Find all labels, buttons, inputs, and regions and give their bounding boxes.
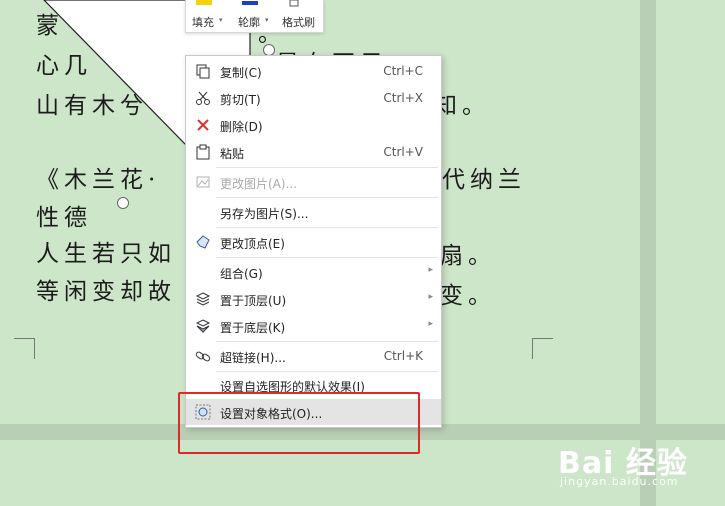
menu-item-shortcut: Ctrl+V (383, 145, 423, 159)
doc-line-7-tail: 变。 (440, 283, 496, 309)
menu-item-group[interactable]: 组合(G) ▸ (186, 259, 441, 285)
menu-item-copy[interactable]: 复制(C) Ctrl+C (186, 58, 441, 84)
context-menu: 复制(C) Ctrl+C 剪切(T) Ctrl+X 删除(D) 粘贴 Ctrl+… (185, 55, 442, 428)
watermark-url: jingyan.baidu.com (560, 475, 679, 488)
delete-icon (197, 119, 209, 131)
fill-label: 填充 (192, 16, 214, 29)
menu-separator (216, 197, 438, 198)
menu-separator (216, 257, 438, 258)
change-image-icon (196, 176, 210, 188)
menu-item-delete[interactable]: 删除(D) (186, 112, 441, 138)
menu-item-label: 另存为图片(S)... (220, 207, 309, 221)
doc-line-3-tail: 知。 (434, 93, 490, 119)
doc-line-7: 等闲变却故 (36, 279, 176, 305)
format-painter-icon (289, 0, 299, 7)
floating-mini-toolbar: 填充 ▾ 轮廓 ▾ 格式刷 (185, 0, 324, 33)
paste-icon (196, 144, 210, 160)
submenu-arrow-icon: ▸ (428, 319, 433, 329)
hyperlink-icon (195, 351, 211, 362)
format-painter-button[interactable]: 格式刷 (276, 0, 323, 32)
doc-line-5: 性德 (36, 205, 92, 231)
outline-button[interactable]: 轮廓 ▾ (232, 0, 276, 32)
submenu-arrow-icon: ▸ (428, 292, 433, 302)
doc-line-6-tail: 扇。 (440, 243, 496, 269)
edit-points-icon (196, 235, 210, 249)
doc-line-2: 心几 (36, 53, 92, 79)
cut-icon (196, 91, 210, 105)
menu-item-paste[interactable]: 粘贴 Ctrl+V (186, 139, 441, 165)
menu-item-label: 更改图片(A)... (220, 177, 298, 191)
submenu-arrow-icon: ▸ (428, 265, 433, 275)
doc-line-4-tail: 代纳兰 (442, 167, 526, 193)
menu-item-label: 置于底层(K) (220, 321, 286, 335)
doc-line-4: 《木兰花· (36, 167, 161, 193)
menu-separator (216, 167, 438, 168)
menu-item-label: 更改顶点(E) (220, 237, 285, 251)
menu-separator (216, 227, 438, 228)
menu-item-send-to-back[interactable]: 置于底层(K) ▸ (186, 313, 441, 339)
menu-item-save-as-image[interactable]: 另存为图片(S)... (186, 199, 441, 225)
menu-item-change-image: 更改图片(A)... (186, 169, 441, 195)
doc-line-6: 人生若只如 (36, 241, 176, 267)
outline-icon (242, 1, 258, 5)
menu-item-bring-to-front[interactable]: 置于顶层(U) ▸ (186, 286, 441, 312)
outline-label: 轮廓 (238, 16, 260, 29)
menu-item-shortcut: Ctrl+K (383, 349, 423, 363)
menu-item-cut[interactable]: 剪切(T) Ctrl+X (186, 85, 441, 111)
bring-to-front-icon (195, 292, 211, 306)
menu-item-shortcut: Ctrl+C (383, 64, 423, 78)
fill-button[interactable]: 填充 ▾ (186, 0, 232, 32)
menu-item-edit-points[interactable]: 更改顶点(E) (186, 229, 441, 255)
highlight-annotation-box (178, 392, 420, 454)
menu-item-hyperlink[interactable]: 超链接(H)... Ctrl+K (186, 343, 441, 369)
menu-item-shortcut: Ctrl+X (383, 91, 423, 105)
shape-resize-handle[interactable] (117, 197, 129, 209)
outline-dropdown-icon: ▾ (265, 16, 269, 24)
copy-icon (196, 64, 210, 79)
menu-item-label: 复制(C) (220, 66, 262, 80)
baidu-jingyan-watermark: Bai 经验 jingyan.baidu.com (548, 428, 718, 488)
fill-icon (196, 0, 212, 5)
menu-item-label: 置于顶层(U) (220, 294, 287, 308)
menu-item-label: 组合(G) (220, 267, 263, 281)
menu-item-label: 删除(D) (220, 120, 263, 134)
doc-line-1: 蒙 (36, 13, 64, 39)
menu-separator (216, 341, 438, 342)
format-painter-label: 格式刷 (282, 16, 315, 29)
send-to-back-icon (195, 319, 211, 333)
doc-line-3: 山有木兮 (36, 93, 148, 119)
menu-item-label: 剪切(T) (220, 93, 261, 107)
fill-dropdown-icon: ▾ (219, 16, 223, 24)
menu-item-label: 超链接(H)... (220, 351, 286, 365)
menu-item-label: 粘贴 (220, 147, 245, 161)
